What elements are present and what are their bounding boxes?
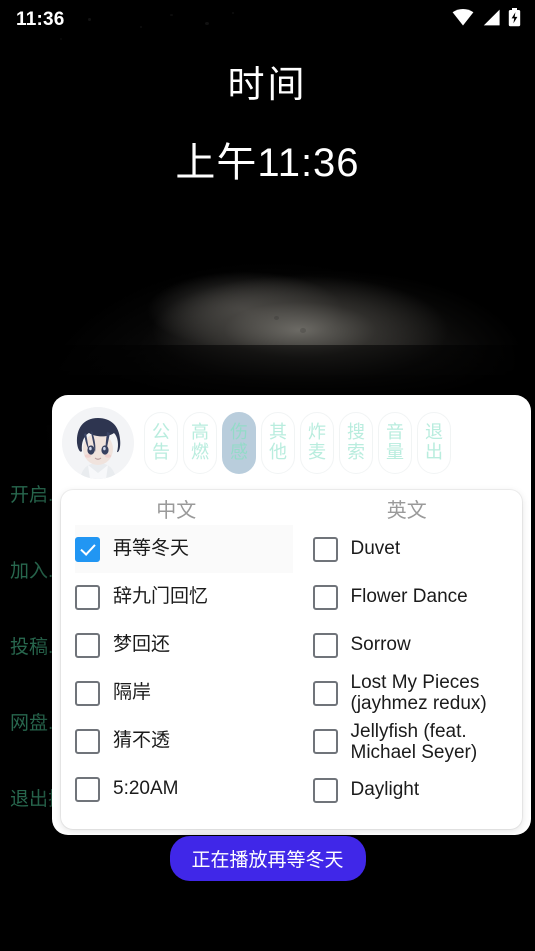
clock-widget-time: 上午11:36 <box>175 141 360 186</box>
status-bar-icons <box>452 8 521 32</box>
checkbox-icon[interactable] <box>312 536 338 562</box>
category-tab-6[interactable]: 音量 <box>378 411 412 474</box>
song-row[interactable]: 辞九门回忆 <box>75 573 293 621</box>
category-tab-char-top: 伤 <box>230 422 248 443</box>
song-column-chinese[interactable]: 再等冬天辞九门回忆梦回还隔岸猜不透 5:20AM <box>75 525 299 829</box>
song-list-card: 中文 英文 再等冬天辞九门回忆梦回还隔岸猜不透 5:20AM Duvet Flowe… <box>61 490 522 829</box>
category-tab-char-bottom: 索 <box>347 441 365 462</box>
category-tab-char-bottom: 他 <box>269 441 287 462</box>
song-title: Jellyfish (feat. Michael Seyer) <box>350 720 478 763</box>
status-bar-clock: 11:36 <box>16 9 65 30</box>
category-tab-1[interactable]: 高燃 <box>183 411 217 474</box>
category-tab-char-bottom: 燃 <box>191 441 209 462</box>
song-row[interactable]: 5:20AM <box>75 765 293 813</box>
cellular-signal-icon <box>481 9 501 31</box>
song-title: Duvet <box>350 538 401 560</box>
clock-widget-title: 时间 <box>227 64 308 105</box>
checkbox-icon[interactable] <box>75 680 100 706</box>
clock-widget: 时间 上午11:36 <box>0 62 535 188</box>
checkbox-icon[interactable] <box>312 729 338 755</box>
song-row[interactable]: 梦回还 <box>75 621 293 669</box>
song-row[interactable]: Daylight <box>312 766 517 814</box>
phone-screen: 11:36 时间 上午11:36 开启... 加入... 投稿... 网盘... 退出插… <box>0 0 535 951</box>
song-columns[interactable]: 再等冬天辞九门回忆梦回还隔岸猜不透 5:20AM Duvet Flower Danc… <box>61 525 522 829</box>
song-row[interactable]: 再等冬天 <box>75 525 293 573</box>
category-tab-char-bottom: 告 <box>152 441 170 462</box>
checkbox-icon[interactable] <box>312 632 338 658</box>
checkbox-icon[interactable] <box>75 728 100 754</box>
category-tab-char-top: 搜 <box>347 422 365 443</box>
category-tab-char-top: 音 <box>386 422 404 443</box>
checkbox-icon[interactable] <box>312 584 338 610</box>
checkbox-icon[interactable] <box>312 777 338 803</box>
category-tab-char-top: 公 <box>152 422 170 443</box>
music-plugin-panel: 公告高燃伤感其他炸麦搜索音量退出 中文 英文 再等冬天 辞九门回忆 梦回还 隔岸 猜不透… <box>52 395 531 835</box>
song-title: 隔岸 <box>113 682 152 704</box>
category-tab-bar: 公告高燃伤感其他炸麦搜索音量退出 <box>52 395 531 490</box>
category-tab-char-bottom: 出 <box>425 441 443 462</box>
checkbox-icon[interactable] <box>312 680 338 706</box>
song-row[interactable]: Flower Dance <box>312 573 517 621</box>
category-tab-char-bottom: 感 <box>230 441 248 462</box>
category-tab-char-top: 炸 <box>308 422 326 443</box>
category-tab-3[interactable]: 其他 <box>261 411 295 474</box>
category-tab-5[interactable]: 搜索 <box>339 411 373 474</box>
category-tab-char-top: 其 <box>269 422 287 443</box>
song-title: Lost My Pieces (jayhmez redux) <box>350 672 487 715</box>
category-tab-0[interactable]: 公告 <box>144 411 178 474</box>
song-row[interactable]: Lost My Pieces (jayhmez redux) <box>312 669 517 718</box>
category-tab-4[interactable]: 炸麦 <box>300 411 334 474</box>
column-header-chinese: 中文 <box>156 500 197 522</box>
song-title: 梦回还 <box>113 634 171 656</box>
checkbox-icon[interactable] <box>75 776 100 802</box>
checkbox-icon[interactable] <box>75 584 100 610</box>
category-tab-7[interactable]: 退出 <box>417 411 451 474</box>
status-bar: 11:36 <box>0 0 535 40</box>
song-title: 再等冬天 <box>113 538 190 560</box>
song-title: Flower Dance <box>350 586 468 608</box>
category-tab-char-top: 退 <box>425 422 443 443</box>
song-row[interactable]: Sorrow <box>312 621 517 669</box>
category-tab-char-bottom: 量 <box>386 441 404 462</box>
song-row[interactable]: 隔岸 <box>75 669 293 717</box>
category-tab-char-bottom: 麦 <box>308 441 326 462</box>
user-avatar[interactable] <box>62 406 134 479</box>
song-title: Daylight <box>350 779 420 801</box>
song-title: 5:20AM <box>113 778 179 800</box>
checkbox-icon[interactable] <box>75 632 100 658</box>
now-playing-toast: 正在播放再等冬天 <box>169 836 366 881</box>
song-title: 猜不透 <box>113 730 171 752</box>
song-column-english[interactable]: Duvet Flower Dance Sorrow Lost My Pieces (j… <box>299 525 523 829</box>
song-row[interactable]: 猜不透 <box>75 717 293 765</box>
battery-charging-icon <box>508 8 521 32</box>
category-tab-char-top: 高 <box>191 422 209 443</box>
song-row[interactable]: Jellyfish (feat. Michael Seyer) <box>312 718 517 767</box>
song-title: 辞九门回忆 <box>113 586 209 608</box>
checkbox-checked-icon[interactable] <box>75 536 100 562</box>
song-row[interactable]: Duvet <box>312 525 517 573</box>
column-header-english: 英文 <box>386 500 427 522</box>
category-tab-2[interactable]: 伤感 <box>222 411 256 474</box>
song-title: Sorrow <box>350 634 411 656</box>
wifi-icon <box>452 9 474 31</box>
song-list-column-headers: 中文 英文 <box>61 490 522 525</box>
